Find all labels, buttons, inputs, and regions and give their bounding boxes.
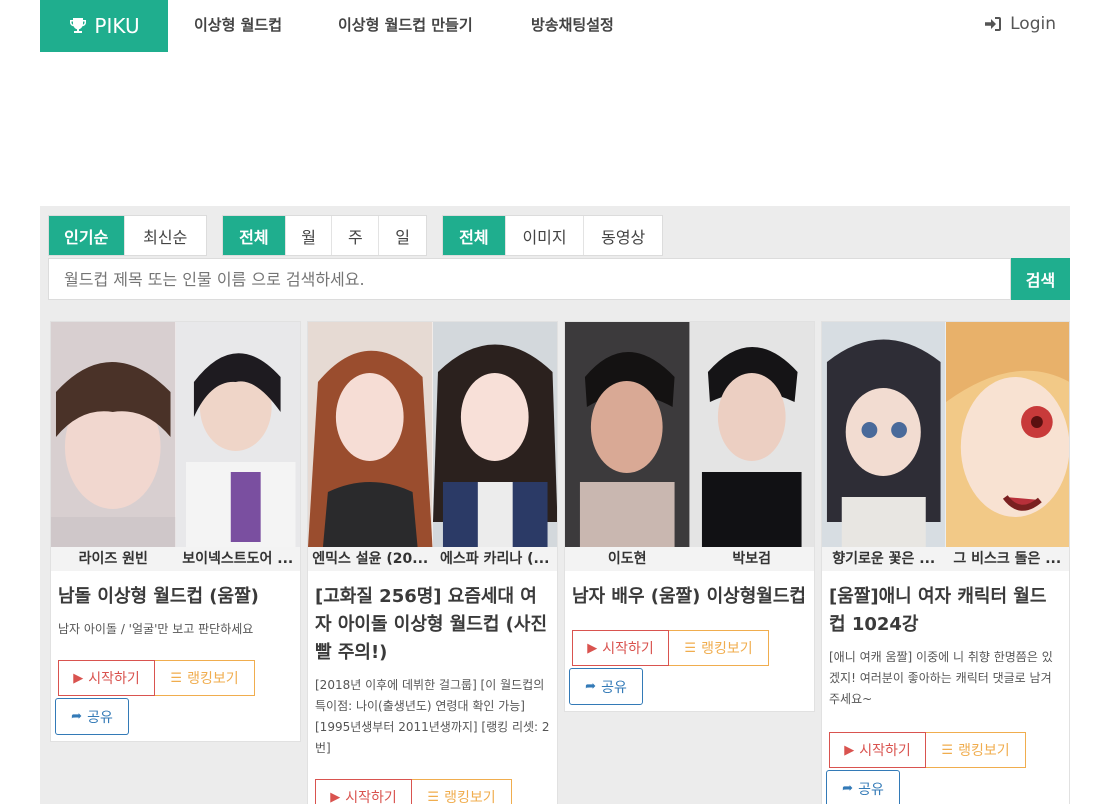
share-label: 공유 xyxy=(87,709,113,726)
ranking-button[interactable]: ☰ 랭킹보기 xyxy=(926,732,1026,768)
search-box xyxy=(48,258,1011,300)
navbar: PIKU 이상형 월드컵 이상형 월드컵 만들기 방송채팅설정 Login xyxy=(40,0,1070,52)
candidate-names: 향기로운 꽃은 ... 그 비스크 돌은 ... xyxy=(822,547,1069,571)
search-input[interactable] xyxy=(49,259,1010,299)
media-filter-group: 전체 이미지 동영상 xyxy=(442,215,663,256)
thumbnail-left xyxy=(308,322,433,547)
search-button[interactable]: 검색 xyxy=(1011,258,1070,300)
worldcup-list-panel: 인기순 최신순 전체 월 주 일 전체 이미지 동영상 검색 xyxy=(40,206,1070,804)
trophy-icon xyxy=(70,18,87,33)
candidate-left-name: 향기로운 꽃은 ... xyxy=(832,551,936,567)
login-label: Login xyxy=(1010,14,1056,34)
share-button[interactable]: ➦ 공유 xyxy=(569,668,643,705)
start-label: 시작하기 xyxy=(859,743,911,759)
card-thumbnails[interactable] xyxy=(565,322,814,547)
candidate-left-name: 엔믹스 설윤 (20... xyxy=(312,551,429,567)
filter-period-day[interactable]: 일 xyxy=(379,216,426,255)
brand-logo[interactable]: PIKU xyxy=(40,0,168,52)
card-actions: ▶ 시작하기 ☰ 랭킹보기 xyxy=(315,779,557,804)
share-icon: ➦ xyxy=(842,781,854,796)
worldcup-card[interactable]: 라이즈 원빈 보이넥스트도어 ... 남돌 이상형 월드컵 (움짤) 남자 아이… xyxy=(50,321,301,742)
filter-sort-popular[interactable]: 인기순 xyxy=(49,216,125,255)
sign-in-icon xyxy=(985,17,1002,31)
card-actions: ▶ 시작하기 ☰ 랭킹보기 xyxy=(572,630,814,666)
thumbnail-right xyxy=(432,322,557,547)
card-thumbnails[interactable] xyxy=(822,322,1069,547)
thumbnail-left xyxy=(565,322,690,547)
start-button[interactable]: ▶ 시작하기 xyxy=(315,779,412,804)
filter-period-all[interactable]: 전체 xyxy=(223,216,286,255)
login-button[interactable]: Login xyxy=(985,14,1056,34)
list-icon: ☰ xyxy=(170,670,183,686)
card-description: [애니 여캐 움짤] 이중에 니 취향 한명쯤은 있겠지! 여러분이 좋아하는 … xyxy=(829,650,1053,706)
filter-media-all[interactable]: 전체 xyxy=(443,216,506,255)
share-label: 공유 xyxy=(601,679,627,696)
candidate-right-name: 박보검 xyxy=(732,551,772,567)
start-button[interactable]: ▶ 시작하기 xyxy=(58,660,155,696)
worldcup-card[interactable]: 엔믹스 설윤 (20... 에스파 카리나 (... [고화질 256명] 요즘… xyxy=(307,321,558,804)
card-description: 남자 아이돌 / '얼굴'만 보고 판단하세요 xyxy=(58,622,254,636)
share-button[interactable]: ➦ 공유 xyxy=(55,698,129,735)
candidate-right-name: 보이넥스트도어 ... xyxy=(182,551,294,567)
share-label: 공유 xyxy=(858,781,884,798)
candidate-right-name: 에스파 카리나 (... xyxy=(440,551,550,567)
ranking-label: 랭킹보기 xyxy=(187,671,239,687)
card-title[interactable]: [고화질 256명] 요즘세대 여자 아이돌 이상형 월드컵 (사진빨 주의!) xyxy=(315,583,550,667)
start-label: 시작하기 xyxy=(88,671,140,687)
share-button[interactable]: ➦ 공유 xyxy=(826,770,900,804)
candidate-right-name: 그 비스크 돌은 ... xyxy=(953,551,1062,567)
card-title[interactable]: [움짤]애니 여자 캐릭터 월드컵 1024강 xyxy=(829,583,1062,639)
ranking-button[interactable]: ☰ 랭킹보기 xyxy=(412,779,512,804)
filter-sort-newest[interactable]: 최신순 xyxy=(125,216,206,255)
filter-period-month[interactable]: 월 xyxy=(286,216,333,255)
worldcup-card[interactable]: 이도현 박보검 남자 배우 (움짤) 이상형월드컵 ▶ 시작하기 ☰ 랭킹보기 … xyxy=(564,321,815,712)
card-actions: ▶ 시작하기 ☰ 랭킹보기 xyxy=(829,732,1069,768)
card-description: [2018년 이후에 데뷔한 걸그룹] [이 월드컵의 특이점: 나이(출생년도… xyxy=(315,678,550,755)
ranking-button[interactable]: ☰ 랭킹보기 xyxy=(155,660,255,696)
sort-filter-group: 인기순 최신순 xyxy=(48,215,207,256)
filter-media-image[interactable]: 이미지 xyxy=(506,216,585,255)
thumbnail-left xyxy=(822,322,946,547)
candidate-left-name: 라이즈 원빈 xyxy=(78,551,148,567)
card-thumbnails[interactable] xyxy=(51,322,300,547)
start-button[interactable]: ▶ 시작하기 xyxy=(572,630,669,666)
card-title[interactable]: 남돌 이상형 월드컵 (움짤) xyxy=(58,583,293,611)
nav-link-make-worldcup[interactable]: 이상형 월드컵 만들기 xyxy=(338,14,473,35)
candidate-names: 이도현 박보검 xyxy=(565,547,814,571)
candidate-left-name: 이도현 xyxy=(607,551,647,567)
nav-link-worldcup[interactable]: 이상형 월드컵 xyxy=(194,14,282,35)
play-icon: ▶ xyxy=(330,789,341,804)
ranking-button[interactable]: ☰ 랭킹보기 xyxy=(669,630,769,666)
share-icon: ➦ xyxy=(71,709,83,724)
list-icon: ☰ xyxy=(684,640,697,656)
brand-name: PIKU xyxy=(94,14,140,38)
card-actions: ▶ 시작하기 ☰ 랭킹보기 xyxy=(58,660,300,696)
worldcup-card[interactable]: 향기로운 꽃은 ... 그 비스크 돌은 ... [움짤]애니 여자 캐릭터 월… xyxy=(821,321,1070,804)
play-icon: ▶ xyxy=(844,742,855,758)
share-icon: ➦ xyxy=(585,679,597,694)
start-button[interactable]: ▶ 시작하기 xyxy=(829,732,926,768)
start-label: 시작하기 xyxy=(602,641,654,657)
list-icon: ☰ xyxy=(941,742,954,758)
list-icon: ☰ xyxy=(427,789,440,804)
candidate-names: 라이즈 원빈 보이넥스트도어 ... xyxy=(51,547,300,571)
filter-period-week[interactable]: 주 xyxy=(332,216,380,255)
nav-link-chat-settings[interactable]: 방송채팅설정 xyxy=(531,14,614,35)
ranking-label: 랭킹보기 xyxy=(701,641,753,657)
ranking-label: 랭킹보기 xyxy=(444,790,496,804)
thumbnail-right xyxy=(689,322,814,547)
thumbnail-right xyxy=(945,322,1069,547)
filter-media-video[interactable]: 동영상 xyxy=(584,216,662,255)
ranking-label: 랭킹보기 xyxy=(958,743,1010,759)
play-icon: ▶ xyxy=(587,640,598,656)
candidate-names: 엔믹스 설윤 (20... 에스파 카리나 (... xyxy=(308,547,557,571)
start-label: 시작하기 xyxy=(345,790,397,804)
period-filter-group: 전체 월 주 일 xyxy=(222,215,427,256)
play-icon: ▶ xyxy=(73,670,84,686)
card-title[interactable]: 남자 배우 (움짤) 이상형월드컵 xyxy=(572,583,807,611)
card-thumbnails[interactable] xyxy=(308,322,557,547)
thumbnail-right xyxy=(175,322,300,547)
thumbnail-left xyxy=(51,322,176,547)
